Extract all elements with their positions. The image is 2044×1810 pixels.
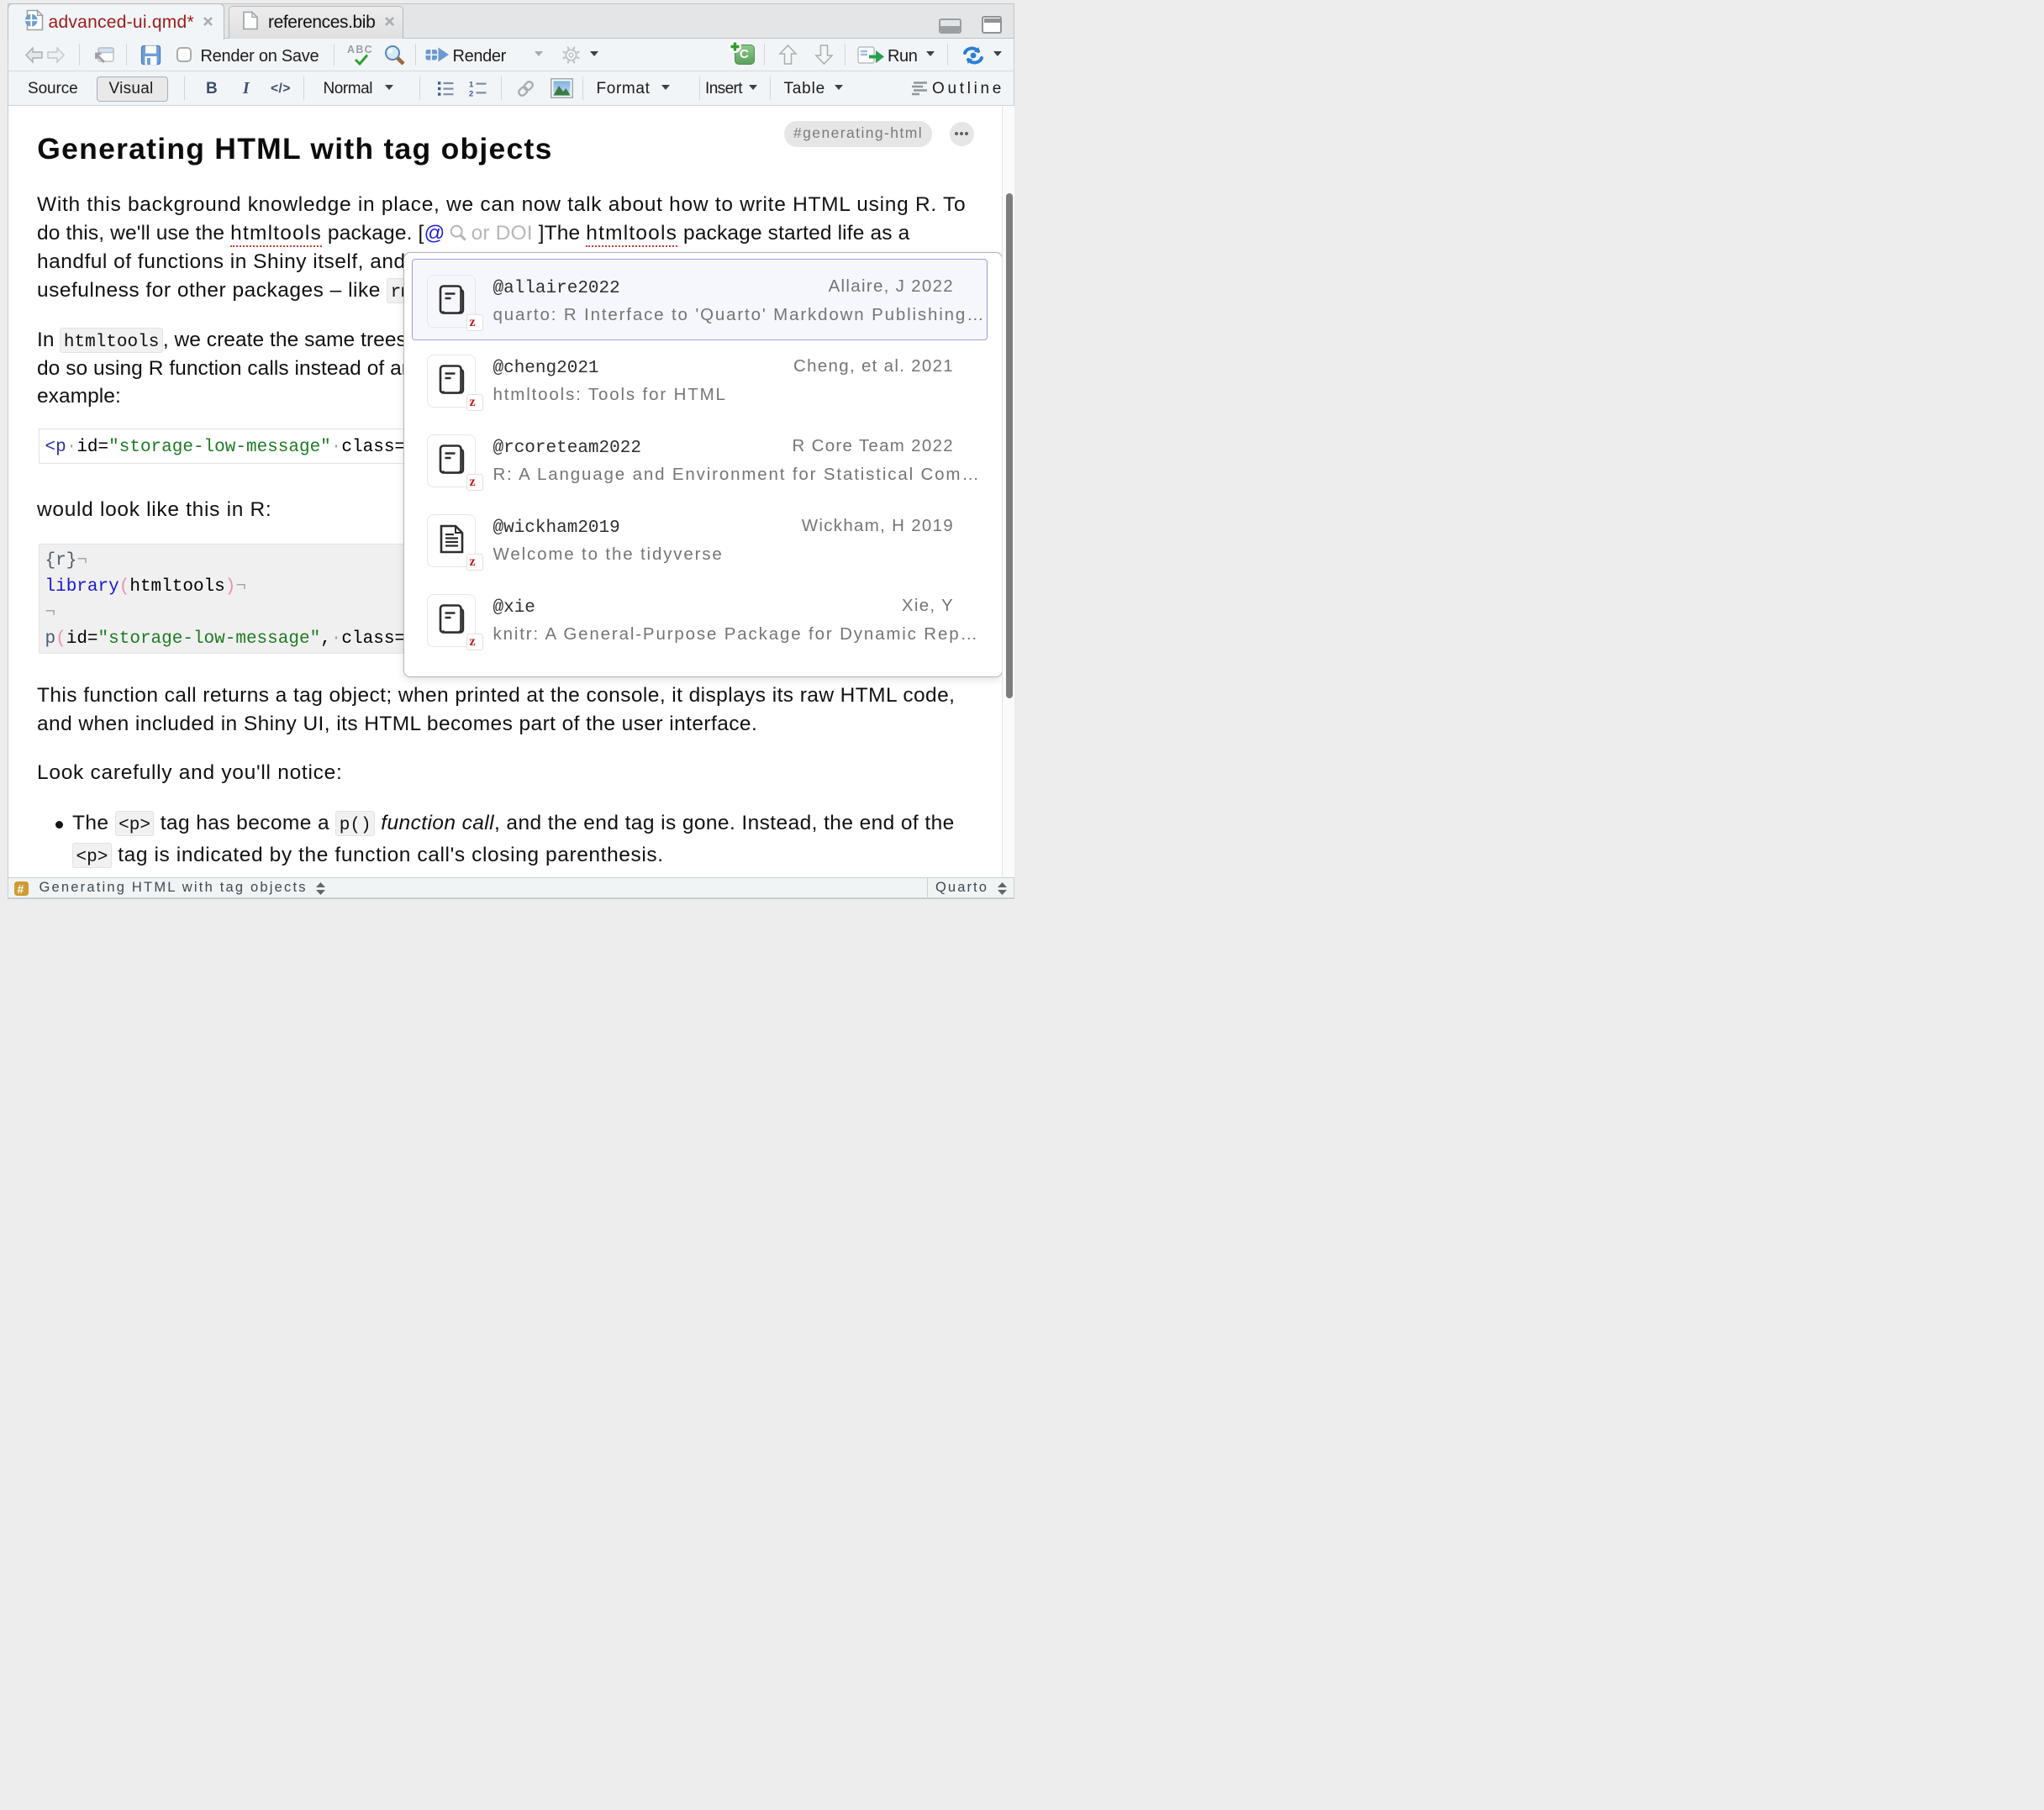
svg-text:2: 2 <box>469 89 473 97</box>
svg-text:1: 1 <box>469 81 474 90</box>
